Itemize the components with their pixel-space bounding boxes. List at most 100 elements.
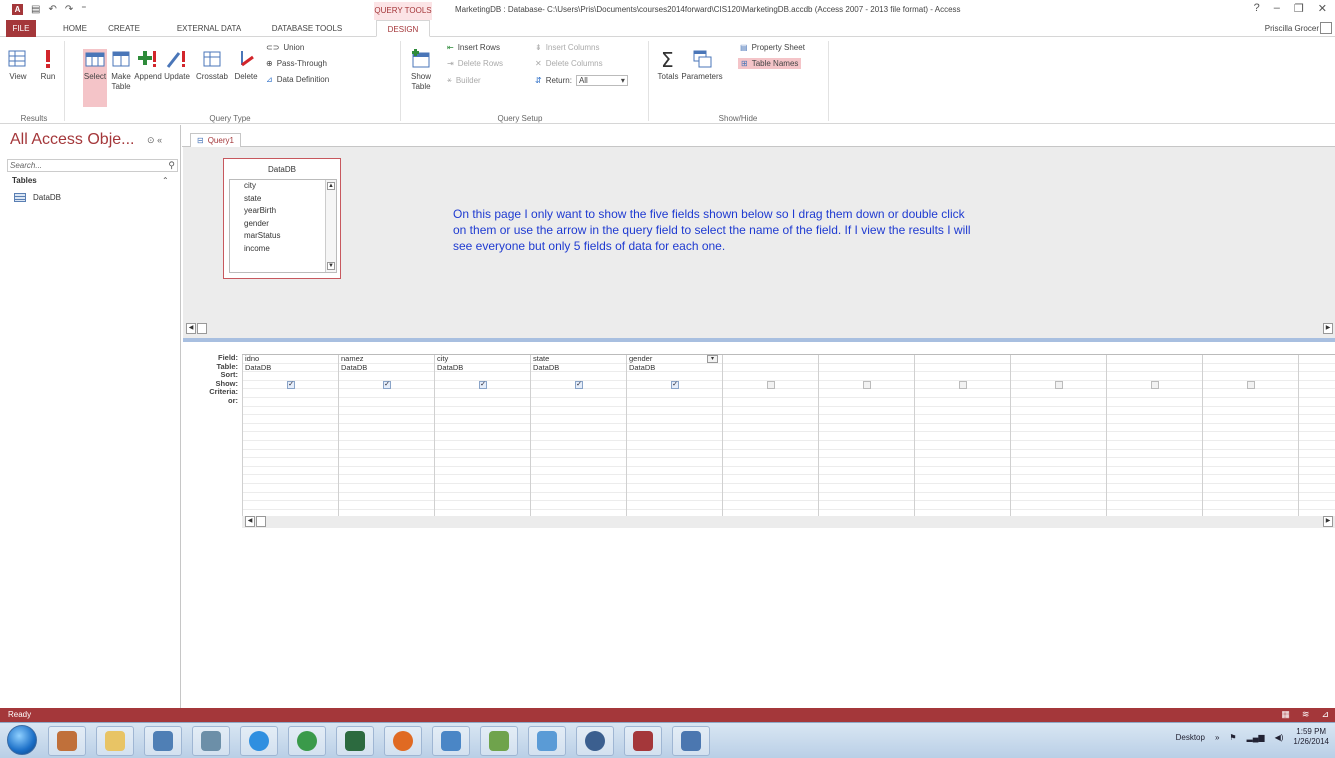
grid-column[interactable]: namez DataDB ✓ — [338, 354, 434, 518]
or-cell[interactable] — [243, 398, 338, 407]
grid-cell[interactable] — [435, 484, 530, 493]
criteria-cell[interactable] — [1107, 389, 1202, 398]
grid-cell[interactable] — [723, 484, 818, 493]
grid-cell[interactable] — [723, 415, 818, 424]
data-definition-button[interactable]: ⊿ Data Definition — [266, 75, 329, 84]
grid-cell[interactable] — [339, 432, 434, 441]
table-cell[interactable] — [1299, 364, 1335, 373]
or-cell[interactable] — [1299, 398, 1335, 407]
grid-cell[interactable] — [435, 458, 530, 467]
grid-cell[interactable] — [435, 467, 530, 476]
grid-cell[interactable] — [339, 501, 434, 510]
grid-cell[interactable] — [435, 501, 530, 510]
scroll-up-icon[interactable]: ▲ — [327, 182, 335, 190]
grid-cell[interactable] — [723, 501, 818, 510]
grid-cell[interactable] — [243, 450, 338, 459]
builder-button[interactable]: ⚹ Builder — [447, 75, 481, 85]
criteria-cell[interactable] — [627, 389, 722, 398]
grid-cell[interactable] — [531, 441, 626, 450]
taskbar-app-11[interactable] — [528, 726, 566, 756]
grid-cell[interactable] — [723, 493, 818, 502]
design-view-icon[interactable]: ⊿ — [1321, 709, 1329, 720]
grid-cell[interactable] — [627, 458, 722, 467]
grid-cell[interactable] — [1107, 450, 1202, 459]
grid-cell[interactable] — [339, 475, 434, 484]
grid-cell[interactable] — [435, 441, 530, 450]
flag-icon[interactable]: ⚑ — [1229, 733, 1236, 742]
grid-cell[interactable] — [243, 441, 338, 450]
grid-cell[interactable] — [819, 432, 914, 441]
grid-cell[interactable] — [243, 501, 338, 510]
grid-cell[interactable] — [1203, 475, 1298, 484]
return-control[interactable]: ⇵ Return: All ▾ — [535, 75, 628, 86]
grid-cell[interactable] — [819, 424, 914, 433]
grid-cell[interactable] — [1299, 467, 1335, 476]
grid-cell[interactable] — [627, 415, 722, 424]
tab-query1[interactable]: ⊟ Query1 — [190, 133, 241, 147]
delete-query-button[interactable]: Delete — [231, 49, 261, 82]
grid-cell[interactable] — [531, 501, 626, 510]
grid-cell[interactable] — [723, 424, 818, 433]
query-table-pane[interactable]: DataDB city state yearBirth gender marSt… — [183, 147, 1335, 338]
field-list-item[interactable]: marStatus — [230, 230, 336, 243]
grid-cell[interactable] — [339, 415, 434, 424]
field-cell[interactable] — [1299, 355, 1335, 364]
taskbar-chrome[interactable] — [288, 726, 326, 756]
grid-cell[interactable] — [243, 407, 338, 416]
table-cell[interactable]: DataDB — [339, 363, 434, 373]
field-list-scrollbar[interactable]: ▲ ▼ — [325, 180, 336, 272]
table-cell[interactable] — [1203, 364, 1298, 373]
field-cell[interactable] — [723, 355, 818, 364]
show-checkbox[interactable] — [1151, 380, 1159, 389]
query-design-grid[interactable]: idno DataDB ✓ namez DataDB ✓ city DataDB ✓ state D… — [242, 354, 1335, 518]
criteria-cell[interactable] — [243, 389, 338, 398]
grid-cell[interactable] — [1299, 450, 1335, 459]
grid-cell[interactable] — [339, 458, 434, 467]
grid-cell[interactable] — [1299, 475, 1335, 484]
grid-cell[interactable] — [243, 475, 338, 484]
sort-cell[interactable] — [1203, 372, 1298, 381]
grid-cell[interactable] — [1011, 501, 1106, 510]
grid-cell[interactable] — [723, 432, 818, 441]
table-cell[interactable] — [819, 364, 914, 373]
select-query-button[interactable]: Select — [83, 49, 107, 107]
table-cell[interactable]: DataDB — [243, 363, 338, 373]
sql-view-icon[interactable]: ≋ — [1302, 709, 1310, 720]
grid-cell[interactable] — [627, 484, 722, 493]
grid-cell[interactable] — [819, 458, 914, 467]
tab-design[interactable]: DESIGN — [376, 20, 430, 37]
grid-cell[interactable] — [1203, 458, 1298, 467]
show-checkbox[interactable] — [1055, 380, 1063, 389]
or-cell[interactable] — [339, 398, 434, 407]
grid-cell[interactable] — [1299, 493, 1335, 502]
insert-rows-button[interactable]: ⇤ Insert Rows — [447, 43, 500, 52]
field-cell[interactable] — [1203, 355, 1298, 364]
collapse-pane-icon[interactable]: « — [157, 135, 162, 145]
taskbar-explorer[interactable] — [96, 726, 134, 756]
grid-cell[interactable] — [1107, 458, 1202, 467]
field-dropdown-icon[interactable]: ▾ — [707, 355, 718, 363]
avatar[interactable] — [1320, 22, 1332, 34]
grid-cell[interactable] — [435, 432, 530, 441]
grid-column[interactable] — [722, 355, 818, 518]
grid-cell[interactable] — [339, 450, 434, 459]
scroll-right-icon[interactable]: ▶ — [1323, 323, 1333, 334]
grid-cell[interactable] — [435, 493, 530, 502]
show-checkbox[interactable]: ✓ — [575, 380, 583, 389]
field-list-item[interactable]: state — [230, 193, 336, 206]
grid-cell[interactable] — [915, 484, 1010, 493]
sort-cell[interactable] — [1011, 372, 1106, 381]
grid-cell[interactable] — [627, 407, 722, 416]
show-checkbox[interactable]: ✓ — [287, 380, 295, 389]
grid-cell[interactable] — [435, 475, 530, 484]
clock[interactable]: 1:59 PM 1/26/2014 — [1293, 727, 1329, 747]
grid-column[interactable]: state DataDB ✓ — [530, 354, 626, 518]
grid-column[interactable] — [914, 355, 1010, 518]
show-checkbox[interactable] — [959, 380, 967, 389]
taskbar-access[interactable] — [624, 726, 662, 756]
grid-cell[interactable] — [1107, 407, 1202, 416]
grid-cell[interactable] — [531, 407, 626, 416]
grid-cell[interactable] — [243, 493, 338, 502]
upper-horizontal-scrollbar[interactable]: ◀ ▶ — [183, 323, 1335, 335]
make-table-button[interactable]: Make Table — [107, 49, 135, 92]
